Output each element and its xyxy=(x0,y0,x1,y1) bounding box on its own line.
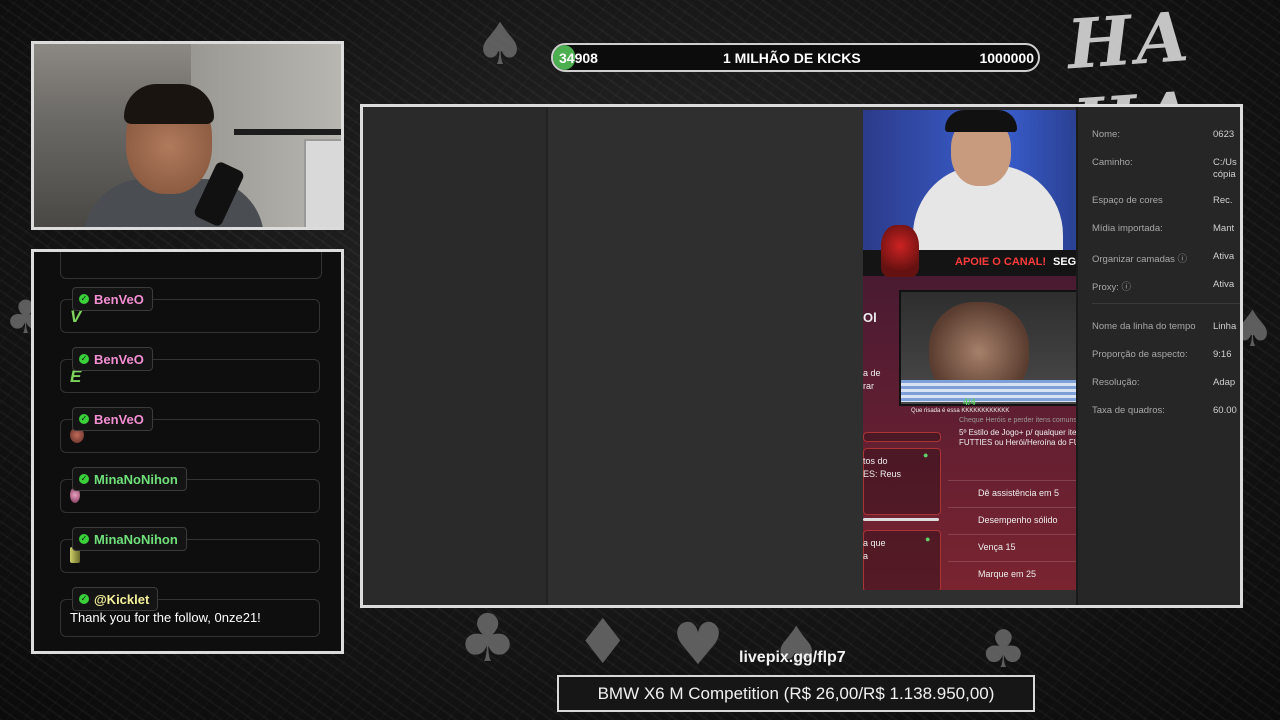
video-desc-top: Cheque Heróis e perder itens comuns veis xyxy=(959,417,1092,424)
chat-username-badge[interactable]: ✓ BenVeO xyxy=(72,287,153,311)
chat-username: MinaNoNihon xyxy=(94,471,178,487)
video-progress-bar xyxy=(863,518,939,521)
video-side-text: ES: Reus xyxy=(863,469,902,479)
properties-panel: Nome: 0623 Caminho: C:/Us cópia Espaço d… xyxy=(1078,107,1240,605)
webcam-person-hair xyxy=(124,84,214,124)
prop-label-framerate: Taxa de quadros: xyxy=(1092,405,1165,416)
editor-left-panel xyxy=(363,107,546,605)
chat-username-badge[interactable]: ✓ MinaNoNihon xyxy=(72,467,187,491)
webcam-rack xyxy=(234,129,341,135)
editor-preview-canvas: APOIE O CANAL! SEGUE AÍ! Ol alt panha a … xyxy=(548,107,1133,605)
video-person-cap xyxy=(945,110,1017,132)
prop-value-name[interactable]: 0623 xyxy=(1213,129,1234,140)
video-side-text: a que xyxy=(863,538,886,548)
chat-username-badge[interactable]: ✓ MinaNoNihon xyxy=(72,527,187,551)
goal-target: 1000000 xyxy=(979,50,1034,66)
goal-current: 34908 xyxy=(559,50,598,66)
spade-icon: ♠ xyxy=(772,615,821,678)
chat-panel: ✓ BenVeO V ✓ BenVeO E ✓ BenVeO ✓ MinaNoN… xyxy=(31,249,344,654)
prop-label-imported-media: Mídia importada: xyxy=(1092,223,1163,234)
prop-value-colorspace[interactable]: Rec. xyxy=(1213,195,1233,206)
prop-value-imported-media[interactable]: Mant xyxy=(1213,223,1234,234)
prop-value-proxy[interactable]: Ativa xyxy=(1213,279,1234,290)
pip-shirt xyxy=(901,380,1099,402)
prop-label-proxy: Proxy: ⓘ xyxy=(1092,282,1132,293)
verified-check-icon: ✓ xyxy=(79,594,89,604)
donation-goal-box: BMW X6 M Competition (R$ 26,00/R$ 1.138.… xyxy=(557,675,1035,712)
prop-value-layers[interactable]: Ativa xyxy=(1213,251,1234,262)
heart-icon: ♥ xyxy=(672,610,724,678)
club-icon: ♣ xyxy=(458,600,518,677)
banner-red-text: APOIE O CANAL! xyxy=(955,256,1047,268)
livepix-link[interactable]: livepix.gg/flp7 xyxy=(739,649,846,667)
diamond-icon: ♦ xyxy=(575,605,631,678)
prop-label-resolution: Resolução: xyxy=(1092,377,1140,388)
verified-check-icon: ✓ xyxy=(79,294,89,304)
prop-label-path: Caminho: xyxy=(1092,157,1133,168)
prop-value-aspect-ratio[interactable]: 9:16 xyxy=(1213,349,1232,360)
verified-check-icon: ✓ xyxy=(79,474,89,484)
streamer-webcam xyxy=(31,41,344,230)
verified-check-icon: ✓ xyxy=(79,354,89,364)
chat-username: BenVeO xyxy=(94,411,144,427)
chat-username: BenVeO xyxy=(94,291,144,307)
properties-divider xyxy=(1092,303,1240,304)
chat-username: @Kicklet xyxy=(94,591,150,607)
prop-value-path-2: cópia xyxy=(1213,169,1236,180)
prop-label-aspect-ratio: Proporção de aspecto: xyxy=(1092,349,1188,360)
chat-username: MinaNoNihon xyxy=(94,531,178,547)
prop-label-colorspace: Espaço de cores xyxy=(1092,195,1163,206)
video-side-text: a xyxy=(863,551,869,561)
spade-icon: ♠ xyxy=(474,10,526,78)
screen-capture: APOIE O CANAL! SEGUE AÍ! Ol alt panha a … xyxy=(360,104,1243,608)
club-icon: ♣ xyxy=(980,620,1027,680)
video-card xyxy=(863,432,941,442)
check-icon: ● xyxy=(925,534,931,544)
video-side-text: Ol xyxy=(863,310,877,325)
chat-username: BenVeO xyxy=(94,351,144,367)
check-icon: ● xyxy=(923,450,929,460)
chat-message-text: Thank you for the follow, 0nze21! xyxy=(70,610,261,625)
verified-check-icon: ✓ xyxy=(79,414,89,424)
video-side-text: tos do xyxy=(863,456,888,466)
pip-counter: 4/4 xyxy=(963,397,976,407)
prop-label-name: Nome: xyxy=(1092,129,1120,140)
video-side-text: rar xyxy=(863,381,874,391)
webcam-pc-case xyxy=(304,139,341,227)
mascot-icon xyxy=(881,225,919,277)
pip-caption: Que risada é essa KKKKKKKKKKKK xyxy=(911,408,1010,414)
prop-value-timeline-name[interactable]: Linha xyxy=(1213,321,1236,332)
video-side-text: a de xyxy=(863,368,881,378)
chat-previous-message-box xyxy=(60,252,322,279)
kicks-goal-bar: 34908 1 MILHÃO DE KICKS 1000000 xyxy=(551,43,1040,72)
prop-label-timeline-name: Nome da linha do tempo xyxy=(1092,321,1196,332)
prop-value-resolution[interactable]: Adap xyxy=(1213,377,1235,388)
verified-check-icon: ✓ xyxy=(79,534,89,544)
prop-label-layers: Organizar camadas ⓘ xyxy=(1092,254,1188,265)
chat-username-badge[interactable]: ✓ BenVeO xyxy=(72,407,153,431)
chat-username-badge[interactable]: ✓ BenVeO xyxy=(72,347,153,371)
prop-value-path[interactable]: C:/Us xyxy=(1213,157,1237,168)
goal-title: 1 MILHÃO DE KICKS xyxy=(723,50,861,66)
chat-username-badge[interactable]: ✓ @Kicklet xyxy=(72,587,159,611)
prop-value-framerate[interactable]: 60.00 xyxy=(1213,405,1237,416)
donation-goal-text: BMW X6 M Competition (R$ 26,00/R$ 1.138.… xyxy=(597,683,995,703)
